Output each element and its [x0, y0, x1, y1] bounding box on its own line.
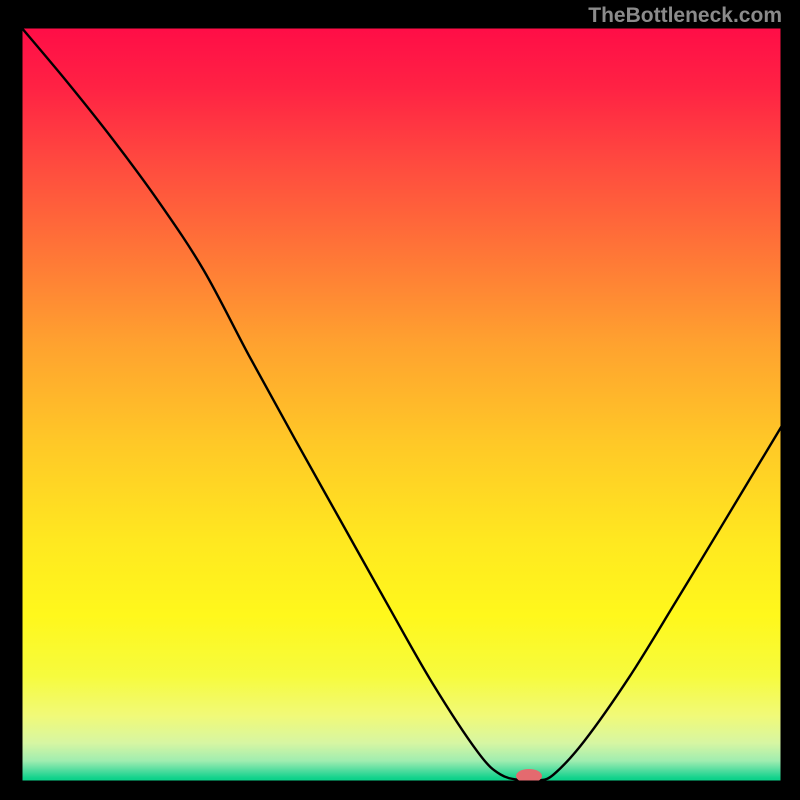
- gradient-background: [21, 27, 782, 782]
- bottleneck-chart: [0, 0, 800, 800]
- chart-container: TheBottleneck.com: [0, 0, 800, 800]
- watermark-text: TheBottleneck.com: [588, 4, 782, 28]
